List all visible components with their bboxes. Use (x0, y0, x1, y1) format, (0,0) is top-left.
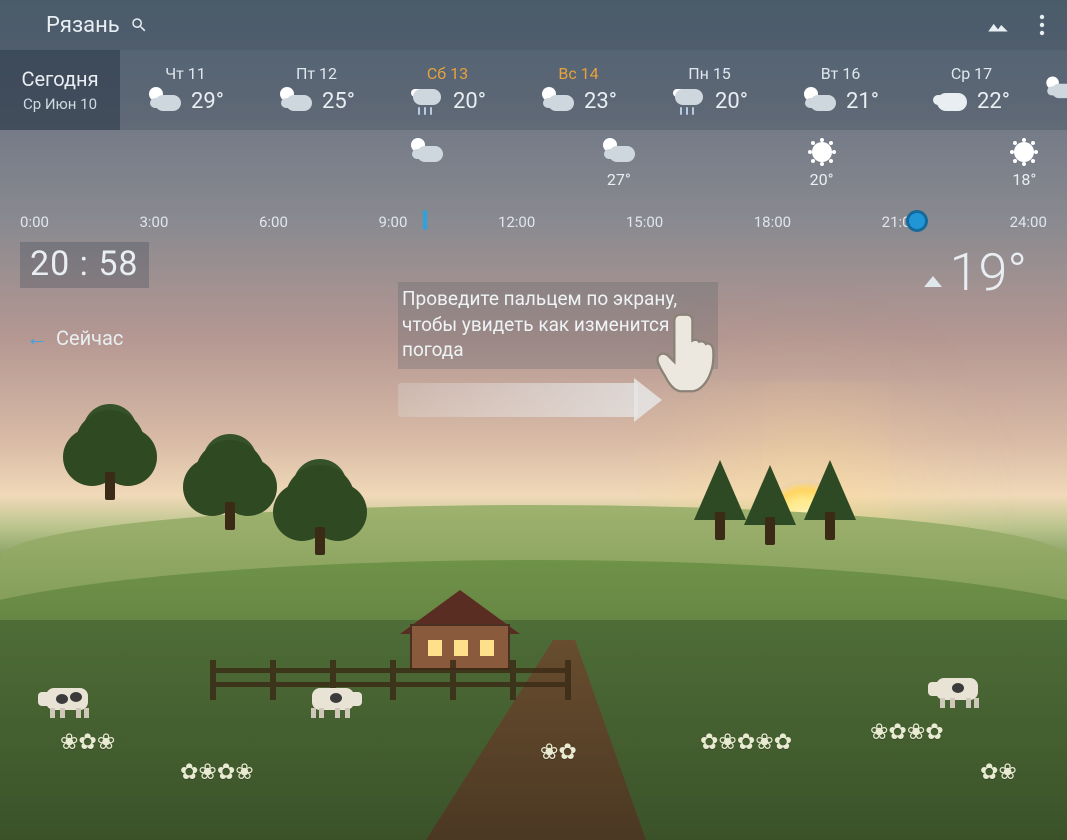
forecast-day-temp: 29° (191, 89, 224, 114)
timeline-tick: 18:00 (754, 213, 791, 231)
forecast-day-label: Сб 13 (427, 64, 468, 83)
forecast-day[interactable]: Пн 15 20° (644, 50, 775, 130)
timeline-tick: 3:00 (139, 213, 168, 231)
hourly-row: 27° 20° 18° (0, 138, 1067, 208)
forecast-day-temp: 23° (584, 89, 617, 114)
today-cell[interactable]: Сегодня Ср Июн 10 (0, 50, 120, 130)
forecast-day-label: Пт 12 (296, 64, 337, 83)
time-slider-handle[interactable] (906, 210, 928, 232)
forecast-day[interactable]: Вс 14 23° (513, 50, 644, 130)
forecast-day-label: Пн 15 (688, 64, 731, 83)
sunrise-marker (423, 210, 427, 230)
forecast-day-label: Вс 14 (558, 64, 598, 83)
forecast-day-temp: 22° (977, 89, 1010, 114)
rain-icon (671, 87, 707, 117)
forecast-day[interactable]: Чт 11 29° (120, 50, 251, 130)
timeline-tick: 15:00 (626, 213, 663, 231)
forecast-day[interactable]: Пт 12 25° (251, 50, 382, 130)
forecast-day-temp: 20° (453, 89, 486, 114)
timeline-tick: 6:00 (259, 213, 288, 231)
location-name[interactable]: Рязань (46, 13, 120, 38)
more-icon[interactable] (1039, 14, 1045, 36)
suncloud-icon (409, 138, 445, 168)
trend-up-icon (924, 276, 942, 287)
search-icon[interactable] (130, 16, 148, 34)
hourly-node: 27° (601, 138, 637, 189)
swipe-arrow-icon (398, 383, 638, 417)
timeline-tick: 12:00 (498, 213, 535, 231)
rain-icon (409, 87, 445, 117)
hourly-node (409, 138, 445, 168)
top-bar: Рязань (0, 0, 1067, 50)
current-temperature: 19° (950, 242, 1027, 303)
swipe-hint: Проведите пальцем по экрану, чтобы увиде… (398, 282, 718, 417)
current-time: 20 : 58 (20, 242, 149, 288)
forecast-day[interactable]: Вт 16 21° (775, 50, 906, 130)
suncloud-icon (802, 87, 838, 117)
today-label: Сегодня (21, 67, 98, 91)
hourly-temp: 20° (804, 170, 840, 189)
timeline-tick: 24:00 (1010, 213, 1047, 231)
today-date: Ср Июн 10 (23, 95, 97, 113)
suncloud-icon (601, 138, 637, 168)
suncloud-icon (147, 87, 183, 117)
hourly-temp: 27° (601, 170, 637, 189)
hourly-temp: 18° (1006, 170, 1042, 189)
cloud-icon (933, 87, 969, 117)
forecast-day-temp: 20° (715, 89, 748, 114)
only-sun-icon (804, 138, 840, 168)
forecast-row: Сегодня Ср Июн 10 Чт 11 29° Пт 12 25° Сб 13 2… (0, 50, 1067, 130)
forecast-day-label: Вт 16 (821, 64, 861, 83)
hourly-node: 20° (804, 138, 840, 189)
forecast-day[interactable]: Ср 17 22° (906, 50, 1037, 130)
timeline-tick: 9:00 (378, 213, 407, 231)
forecast-day-label: Ср 17 (951, 64, 992, 83)
forecast-day[interactable]: Сб 13 20° (382, 50, 513, 130)
only-sun-icon (1006, 138, 1042, 168)
time-slider[interactable]: 0:003:006:009:0012:0015:0018:0021:0024:0… (0, 208, 1067, 236)
hourly-node: 18° (1006, 138, 1042, 189)
suncloud-icon (540, 87, 576, 117)
current-temperature-value: 19° (950, 242, 1027, 303)
forecast-day-temp: 21° (846, 89, 879, 114)
now-button[interactable]: ← Сейчас (16, 321, 133, 355)
now-button-label: Сейчас (56, 326, 123, 350)
forecast-day-temp: 25° (322, 89, 355, 114)
arrow-left-icon: ← (26, 325, 48, 351)
timeline-tick: 0:00 (20, 213, 49, 231)
suncloud-icon (278, 87, 314, 117)
pointer-hand-icon (654, 308, 724, 398)
sun-cloud-icon (1045, 77, 1067, 104)
forecast-day-label: Чт 11 (165, 64, 206, 83)
landscape-icon[interactable] (985, 16, 1011, 34)
